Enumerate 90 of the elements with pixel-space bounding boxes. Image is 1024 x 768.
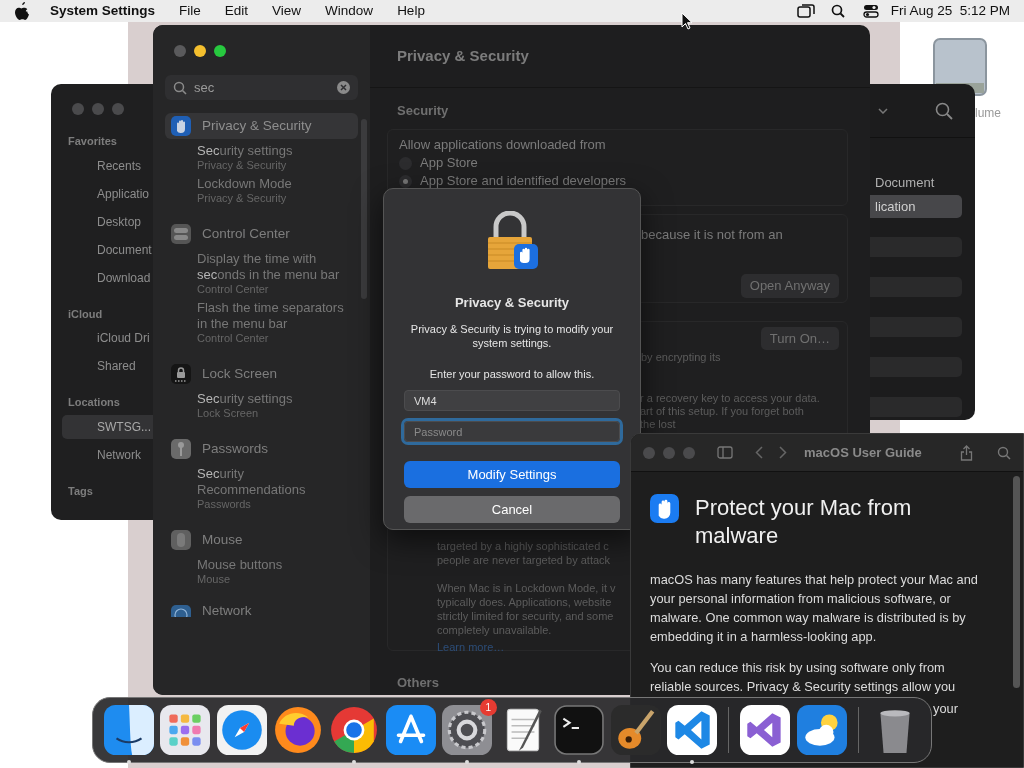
cancel-button[interactable]: Cancel (404, 496, 620, 523)
password-field[interactable]: Password (404, 421, 620, 442)
compass-icon[interactable] (216, 705, 267, 755)
back-icon[interactable] (755, 446, 763, 459)
section-heading: Security (397, 102, 450, 120)
clock: Fri Aug 25 5:12 PM (890, 1, 1010, 20)
result-heading[interactable]: Privacy & Security (165, 113, 358, 139)
result-heading[interactable]: Lock Screen (165, 361, 358, 387)
code-icon[interactable] (666, 705, 717, 755)
list-item[interactable]: lication (870, 194, 962, 218)
loop-icon[interactable] (740, 705, 791, 755)
username-field[interactable]: VM4 (404, 390, 620, 411)
result-heading[interactable]: Passwords (165, 436, 358, 462)
scrollbar[interactable] (1013, 476, 1020, 688)
open-anyway-button[interactable]: Open Anyway (740, 274, 839, 298)
dialog-message: Privacy & Security is trying to modify your system settings. (409, 321, 615, 350)
section-heading: iCloud (67, 306, 103, 322)
sidebar-item[interactable]: Download (62, 265, 153, 290)
menu-item[interactable]: File (179, 0, 201, 22)
window-title: macOS User Guide (804, 443, 922, 462)
radio-option[interactable]: App Store and identified developers (399, 172, 626, 190)
icon-label[interactable]: lume (975, 104, 1001, 122)
article-paragraph: macOS has many features that help protect your Mac and your personal information from malicious software, or malware. One common way malware is distributed is by embedding it in a harmless-looking app. (650, 571, 979, 646)
sidebar-item[interactable]: Applicatio (62, 181, 153, 206)
section-heading: Locations (67, 395, 120, 410)
cursor-icon (681, 12, 693, 30)
article-text: your (933, 700, 958, 718)
search-field[interactable]: sec (165, 75, 358, 100)
chevron-icon[interactable] (878, 107, 888, 114)
menu-item[interactable]: View (272, 0, 302, 22)
forward-icon[interactable] (779, 446, 787, 459)
search-icon[interactable] (830, 4, 845, 18)
result-item[interactable]: Flash the time separators in the menu bar Control Center (165, 300, 345, 345)
terminal-icon[interactable] (554, 705, 605, 755)
window-control[interactable] (214, 45, 226, 57)
turn-on-button[interactable]: Turn On… (760, 326, 839, 350)
result-item[interactable]: Security settings Lock Screen (165, 391, 345, 420)
search-text: sec (194, 78, 216, 97)
sidebar-item[interactable]: Network (62, 442, 153, 467)
apple-logo-icon[interactable] (14, 2, 30, 20)
dialog-prompt: Enter your password to allow this. (428, 366, 596, 382)
result-item[interactable]: Lockdown Mode Privacy & Security (165, 176, 345, 205)
mouse-icon (171, 530, 191, 550)
result-item[interactable]: Security Recommendations Passwords (165, 466, 345, 511)
menu-title[interactable]: System Settings (50, 0, 156, 22)
menu-item[interactable]: Help (397, 0, 425, 22)
menu-item[interactable]: Edit (224, 0, 249, 22)
key-icon (171, 439, 191, 459)
control-center-icon[interactable] (862, 4, 879, 18)
modify-settings-button[interactable]: Modify Settings (404, 461, 620, 488)
result-item[interactable]: Security settings Privacy & Security (165, 143, 345, 172)
sidebar-item[interactable]: Document (62, 237, 153, 262)
scrollbar[interactable] (361, 119, 367, 299)
share-icon[interactable] (960, 444, 973, 461)
sidebar-item[interactable]: SWTSG... (62, 414, 153, 439)
screens-icon[interactable] (796, 4, 815, 18)
article-heading: Protect your Mac from malware (695, 494, 913, 550)
cloud-icon[interactable] (796, 705, 847, 755)
result-heading[interactable]: Mouse (165, 527, 358, 553)
result-item[interactable]: Display the time with seconds in the menu bar Control Center (165, 251, 345, 296)
ring-icon[interactable] (329, 705, 380, 755)
gear-icon[interactable] (441, 705, 492, 755)
sidebar-item[interactable]: Shared (62, 354, 153, 378)
sidebar-item[interactable]: Recents (62, 153, 153, 178)
section-heading: Favorites (67, 134, 117, 149)
a-lines-icon[interactable] (385, 705, 436, 755)
lock-icon (171, 364, 191, 384)
hand-icon (171, 116, 191, 136)
menu-item[interactable]: Window (325, 0, 374, 22)
sidebar-item[interactable]: Desktop (62, 209, 153, 234)
sidebar-icon[interactable] (717, 446, 733, 459)
sidebar-item[interactable]: iCloud Dri (62, 326, 153, 350)
result-item[interactable]: Mouse buttons Mouse (165, 557, 345, 586)
two-tone-icon[interactable] (104, 705, 155, 755)
result-heading[interactable]: Network (165, 598, 358, 624)
warning-text: because it is not from an (641, 225, 784, 244)
dialog-title: Privacy & Security (453, 294, 571, 312)
hand-icon (650, 494, 679, 523)
clear-icon[interactable] (337, 81, 350, 94)
section-heading: Tags (67, 483, 93, 499)
result-heading[interactable]: Control Center (165, 221, 358, 247)
window-control[interactable] (194, 45, 206, 57)
window-title: Privacy & Security (397, 45, 529, 66)
radio-option[interactable]: App Store (399, 154, 478, 172)
grid-icon[interactable] (160, 705, 211, 755)
list-item[interactable]: Document (870, 171, 962, 195)
setting-label: Allow applications downloaded from (399, 135, 607, 154)
search-icon (173, 80, 187, 95)
section-heading: Others (397, 673, 439, 692)
toggles-icon (171, 224, 191, 244)
